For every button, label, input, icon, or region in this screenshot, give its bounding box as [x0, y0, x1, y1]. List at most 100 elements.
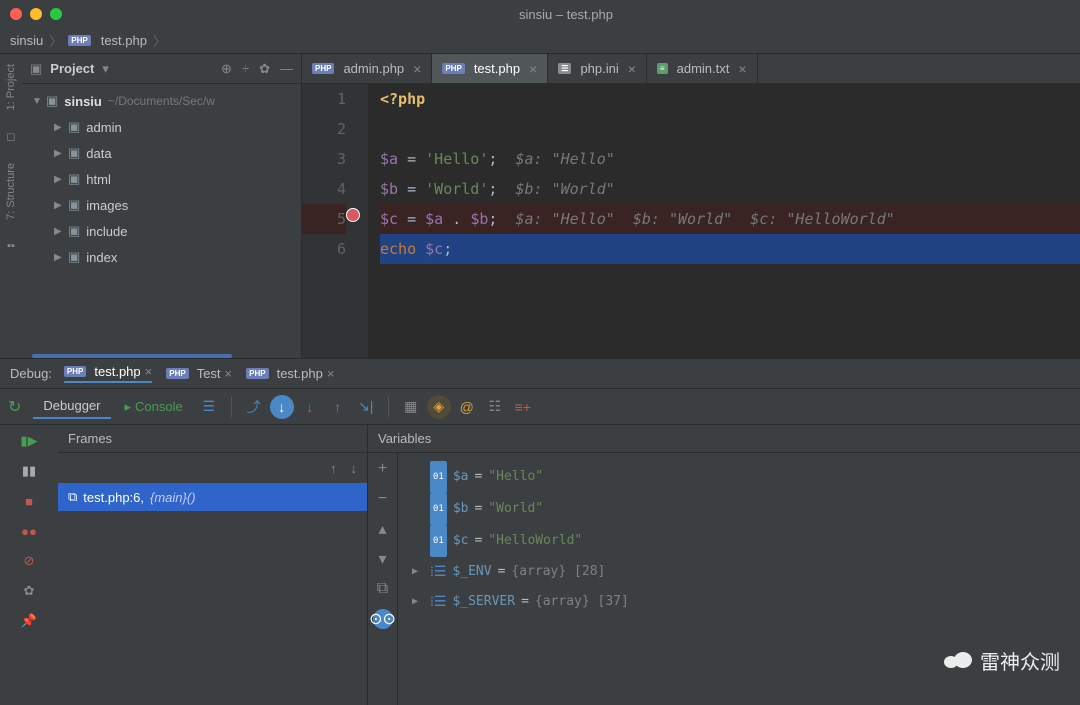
- editor-tab[interactable]: ☰php.ini×: [548, 54, 647, 83]
- frames-panel: Frames ↑ ↓ ⧉ test.php:6, {main}(): [58, 425, 368, 705]
- up-icon[interactable]: ▴: [373, 519, 393, 539]
- variable-row[interactable]: 01 $a = "Hello": [412, 461, 1080, 493]
- expand-icon[interactable]: ▶: [412, 557, 424, 587]
- mute-breakpoints-icon[interactable]: ⊘: [21, 553, 37, 569]
- structure-icon[interactable]: ▪▪: [7, 240, 15, 252]
- horizontal-scrollbar[interactable]: [32, 354, 232, 358]
- list-view-icon[interactable]: ☷: [483, 395, 507, 419]
- project-tree[interactable]: ▼ ▣ sinsiu ~/Documents/Sec/w ▶▣admin▶▣da…: [22, 84, 301, 350]
- code-area[interactable]: 123456 <?php$a = 'Hello'; $a: "Hello"$b …: [302, 84, 1080, 358]
- inspect-icon[interactable]: ◈: [427, 395, 451, 419]
- window-controls[interactable]: [10, 8, 62, 20]
- folder-include[interactable]: ▶▣include: [22, 218, 301, 244]
- editor-tabs[interactable]: PHPadmin.php×PHPtest.php×☰php.ini×≡admin…: [302, 54, 1080, 84]
- frame-down-icon[interactable]: ↓: [351, 461, 358, 476]
- folder-images[interactable]: ▶▣images: [22, 192, 301, 218]
- glasses-icon[interactable]: ⊙⊙: [373, 609, 393, 629]
- debug-label: Debug:: [10, 366, 52, 381]
- project-panel-title[interactable]: Project: [50, 61, 94, 76]
- php-file-icon: PHP: [312, 63, 334, 74]
- stack-frame[interactable]: ⧉ test.php:6, {main}(): [58, 483, 367, 511]
- folder-data[interactable]: ▶▣data: [22, 140, 301, 166]
- evaluate-icon[interactable]: ▦: [399, 395, 423, 419]
- stop-icon[interactable]: ■: [21, 493, 37, 509]
- resume-icon[interactable]: ▮▶: [21, 433, 37, 449]
- add-icon[interactable]: +: [373, 459, 393, 479]
- expand-arrow-icon[interactable]: ▶: [54, 122, 64, 133]
- maximize-window-icon[interactable]: [50, 8, 62, 20]
- console-tab[interactable]: ▸Console: [115, 395, 193, 419]
- expand-arrow-icon[interactable]: ▶: [54, 200, 64, 211]
- php-file-icon: PHP: [442, 63, 464, 74]
- debug-session-tab[interactable]: PHPtest.php ×: [64, 364, 152, 383]
- gutter[interactable]: 123456: [302, 84, 362, 358]
- debugger-tab[interactable]: Debugger: [33, 394, 110, 419]
- project-root[interactable]: ▼ ▣ sinsiu ~/Documents/Sec/w: [22, 88, 301, 114]
- target-icon[interactable]: ⊕: [221, 61, 232, 77]
- close-window-icon[interactable]: [10, 8, 22, 20]
- close-tab-icon[interactable]: ×: [327, 366, 335, 381]
- close-tab-icon[interactable]: ×: [225, 366, 233, 381]
- step-into-icon[interactable]: ↓: [270, 395, 294, 419]
- pin-icon[interactable]: 📌: [21, 613, 37, 629]
- structure-tool-tab[interactable]: 7: Structure: [5, 163, 17, 220]
- debug-session-tab[interactable]: PHPTest ×: [166, 366, 232, 381]
- debug-session-tab[interactable]: PHPtest.php ×: [246, 366, 334, 381]
- variable-row[interactable]: ▶⁞☰ $_SERVER = {array} [37]: [412, 587, 1080, 617]
- variable-row[interactable]: 01 $b = "World": [412, 493, 1080, 525]
- folder-admin[interactable]: ▶▣admin: [22, 114, 301, 140]
- editor-tab[interactable]: PHPtest.php×: [432, 54, 548, 83]
- collapse-icon[interactable]: ÷: [242, 61, 249, 77]
- close-tab-icon[interactable]: ×: [628, 61, 636, 77]
- expand-arrow-icon[interactable]: ▶: [54, 226, 64, 237]
- expand-arrow-icon[interactable]: ▶: [54, 174, 64, 185]
- hide-icon[interactable]: —: [280, 61, 293, 77]
- code-lines[interactable]: <?php$a = 'Hello'; $a: "Hello"$b = 'Worl…: [368, 84, 1080, 358]
- breadcrumb-file[interactable]: test.php: [101, 33, 147, 48]
- threads-icon[interactable]: ☰: [197, 395, 221, 419]
- at-icon[interactable]: @: [455, 395, 479, 419]
- expand-arrow-icon[interactable]: ▶: [54, 252, 64, 263]
- expand-arrow-icon[interactable]: ▼: [32, 96, 42, 107]
- folder-html[interactable]: ▶▣html: [22, 166, 301, 192]
- pause-icon[interactable]: ▮▮: [21, 463, 37, 479]
- variable-row[interactable]: ▶⁞☰ $_ENV = {array} [28]: [412, 557, 1080, 587]
- dropdown-icon[interactable]: ▾: [102, 61, 109, 77]
- step-over-icon[interactable]: ⤴: [242, 395, 266, 419]
- panel-icon: ▣: [30, 61, 42, 77]
- frame-up-icon[interactable]: ↑: [330, 461, 337, 476]
- close-tab-icon[interactable]: ×: [738, 61, 746, 77]
- close-tab-icon[interactable]: ×: [145, 364, 153, 379]
- folder-index[interactable]: ▶▣index: [22, 244, 301, 270]
- expand-icon[interactable]: ▶: [412, 587, 424, 617]
- primitive-icon: 01: [430, 493, 447, 525]
- expand-arrow-icon[interactable]: ▶: [54, 148, 64, 159]
- close-tab-icon[interactable]: ×: [529, 61, 537, 77]
- frame-file-icon: ⧉: [68, 489, 77, 505]
- square-icon[interactable]: ◻: [6, 130, 15, 143]
- force-step-into-icon[interactable]: ↓: [298, 395, 322, 419]
- breadcrumb[interactable]: sinsiu 〉 PHP test.php 〉: [0, 28, 1080, 54]
- add-watch-icon[interactable]: ≡+: [511, 395, 535, 419]
- remove-icon[interactable]: −: [373, 489, 393, 509]
- breakpoint-icon[interactable]: [346, 208, 360, 222]
- editor-tab[interactable]: ≡admin.txt×: [647, 54, 758, 83]
- step-out-icon[interactable]: ↑: [326, 395, 350, 419]
- editor-tab[interactable]: PHPadmin.php×: [302, 54, 432, 83]
- close-tab-icon[interactable]: ×: [413, 61, 421, 77]
- breadcrumb-root[interactable]: sinsiu: [10, 33, 43, 48]
- settings-icon[interactable]: ✿: [21, 583, 37, 599]
- view-breakpoints-icon[interactable]: ●●: [21, 523, 37, 539]
- primitive-icon: 01: [430, 461, 447, 493]
- project-tool-tab[interactable]: 1: Project: [5, 64, 17, 110]
- run-to-cursor-icon[interactable]: ↘|: [354, 395, 378, 419]
- rerun-icon[interactable]: ↻: [8, 397, 21, 417]
- gear-icon[interactable]: ✿: [259, 61, 270, 77]
- minimize-window-icon[interactable]: [30, 8, 42, 20]
- down-icon[interactable]: ▾: [373, 549, 393, 569]
- folder-icon: ▣: [68, 145, 80, 161]
- folder-icon: ▣: [68, 197, 80, 213]
- variable-row[interactable]: 01 $c = "HelloWorld": [412, 525, 1080, 557]
- copy-icon[interactable]: ⧉: [373, 579, 393, 599]
- array-icon: ⁞☰: [430, 587, 446, 617]
